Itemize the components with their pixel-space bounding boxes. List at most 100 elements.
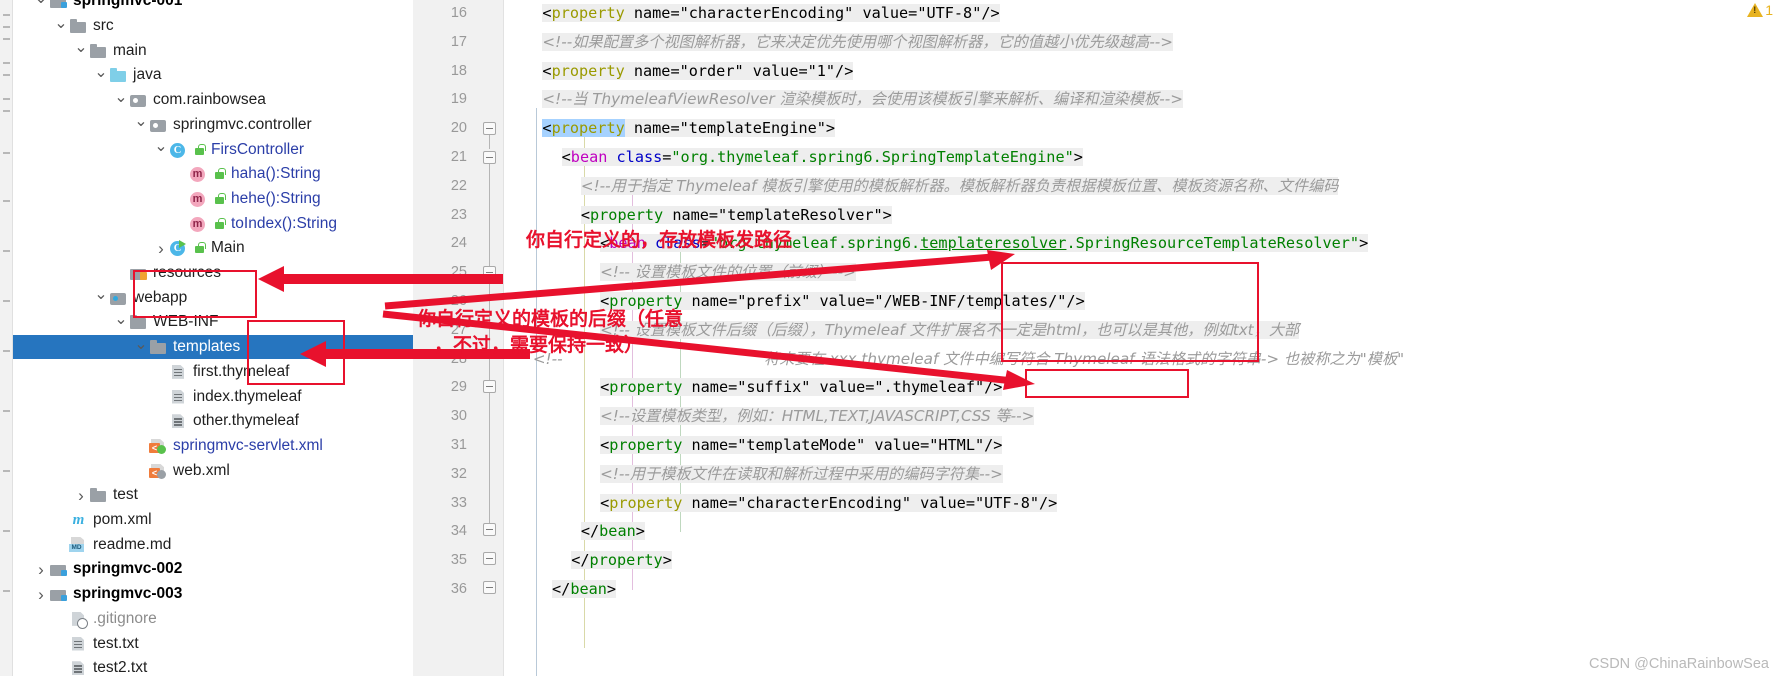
code-line[interactable]: <!-- 设置模板文件后缀（后缀），Thymeleaf 文件扩展名不一定是htm… [600, 316, 1300, 345]
code-line[interactable]: </bean> [580, 517, 645, 546]
code-token: <property [542, 119, 625, 138]
tree-row[interactable]: test2.txt [13, 656, 413, 676]
code-token: < [600, 378, 610, 397]
tree-row[interactable]: first.thymeleaf [13, 360, 413, 385]
tree-row[interactable]: toIndex():String [13, 211, 413, 236]
module-folder-icon [49, 0, 68, 9]
code-token: /> [835, 61, 854, 80]
code-line[interactable]: </bean> [552, 575, 617, 604]
chevron-down-icon[interactable]: ⌄ [33, 0, 49, 7]
code-line[interactable]: <!--当 ThymeleafViewResolver 渲染模板时，会使用该模板… [542, 85, 1183, 114]
code-line[interactable]: <!--用于模板文件在读取和解析过程中采用的编码字符集--> [600, 460, 1003, 489]
chevron-right-icon[interactable]: › [153, 240, 169, 257]
tree-row[interactable]: pom.xml [13, 508, 413, 533]
fold-handle[interactable] [483, 523, 496, 536]
tree-row-label: springmvc-001 [73, 0, 183, 10]
chevron-down-icon[interactable]: ⌄ [53, 15, 69, 32]
fold-handle[interactable] [483, 266, 496, 279]
chevron-down-icon[interactable]: ⌄ [93, 287, 109, 303]
code-line[interactable]: <!--设置模板类型，例如：HTML,TEXT,JAVASCRIPT,CSS 等… [600, 402, 1035, 431]
code-line[interactable]: <bean class="org.thymeleaf.spring6.Sprin… [561, 143, 1083, 172]
package-icon [129, 92, 148, 108]
chevron-down-icon[interactable]: ⌄ [153, 139, 169, 155]
chevron-down-icon[interactable]: ⌄ [113, 89, 129, 106]
tree-row[interactable]: ⌄ FirsController [13, 137, 413, 162]
fold-handle[interactable] [483, 552, 496, 565]
tree-row[interactable]: ⌄ WEB-INF [13, 310, 413, 335]
tree-row[interactable]: .gitignore [13, 607, 413, 632]
chevron-right-icon[interactable]: › [73, 487, 89, 504]
code-line[interactable]: <property name="templateResolver"> [580, 201, 892, 230]
line-number: 35 [450, 552, 467, 569]
code-token: <property name="characterEncoding" value… [542, 4, 1000, 22]
chevron-down-icon[interactable]: ⌄ [93, 64, 109, 81]
tree-row[interactable]: ⌄ springmvc.controller [13, 113, 413, 138]
fold-handle[interactable] [483, 581, 496, 594]
code-line[interactable]: </property> [571, 546, 672, 575]
tree-row[interactable]: › springmvc-002 [13, 557, 413, 582]
tree-row[interactable]: springmvc-servlet.xml [13, 434, 413, 459]
tree-row[interactable]: ⌄ com.rainbowsea [13, 88, 413, 113]
chevron-down-icon[interactable]: ⌄ [113, 311, 129, 328]
tree-row-label: springmvc.controller [173, 115, 312, 133]
tree-row[interactable]: › springmvc-003 [13, 582, 413, 607]
line-number: 19 [450, 91, 467, 108]
chevron-right-icon[interactable]: › [33, 586, 49, 603]
tree-row[interactable]: test.txt [13, 631, 413, 656]
tree-row[interactable]: ⌄ webapp [13, 285, 413, 310]
fold-handle[interactable] [483, 151, 496, 164]
tree-row[interactable]: web.xml [13, 458, 413, 483]
tree-row[interactable]: other.thymeleaf [13, 409, 413, 434]
fold-handle[interactable] [483, 380, 496, 393]
code-line[interactable]: <property name="suffix" value=".thymelea… [600, 373, 1003, 402]
tree-row[interactable]: ⌄ templates [13, 334, 413, 360]
code-line[interactable]: <!--用于指定 Thymeleaf 模板引擎使用的模板解析器。模板解析器负责根… [580, 172, 1339, 201]
tree-row[interactable]: › Main [13, 236, 413, 261]
tree-row[interactable]: haha():String [13, 162, 413, 187]
code-line[interactable]: <property name="templateMode" value="HTM… [600, 431, 1003, 460]
tool-window-strip[interactable] [0, 0, 13, 676]
code-token: < [600, 436, 610, 454]
tree-row[interactable]: resources [13, 261, 413, 286]
code-token: </property> [571, 551, 672, 570]
chevron-down-icon[interactable]: ⌄ [133, 336, 149, 353]
editor-vertical-scrollbar[interactable] [1767, 0, 1779, 676]
code-comment-continuation: 将来要在 xxx.thymeleaf 文件中编写符合 Thymeleaf 语法格… [764, 345, 1404, 374]
code-token: "org.thymeleaf.spring6.templateresolver.… [709, 234, 1360, 253]
tree-row[interactable]: ⌄ main [13, 38, 413, 63]
code-line[interactable]: <property name="templateEngine"> [542, 114, 836, 143]
tree-row[interactable]: ⌄ java [13, 63, 413, 88]
chevron-down-icon[interactable]: ⌄ [73, 40, 89, 56]
code-line[interactable]: <!-- 设置模板文件的位置（前缀）--> [600, 258, 856, 287]
code-token: /> [984, 378, 1003, 397]
tree-row[interactable]: ⌄ src [13, 14, 413, 39]
fold-handle[interactable] [483, 122, 496, 135]
ide-window: ⌄ springmvc-001 ⌄src⌄main⌄java⌄com.rainbow… [0, 0, 1779, 676]
code-line[interactable]: <property name="characterEncoding" value… [600, 489, 1058, 518]
code-line[interactable]: <property name="order" value="1"/> [542, 57, 854, 86]
code-token: > [1359, 234, 1369, 253]
chevron-placeholder [53, 539, 69, 550]
code-token: bean [570, 580, 607, 598]
tree-row[interactable]: index.thymeleaf [13, 384, 413, 409]
chevron-right-icon[interactable]: › [33, 561, 49, 578]
code-line[interactable]: <property name="characterEncoding" value… [542, 0, 1000, 28]
chevron-down-icon[interactable]: ⌄ [133, 114, 149, 130]
tree-row-label: springmvc-servlet.xml [173, 436, 323, 454]
code-content[interactable]: <property name="characterEncoding" value… [504, 0, 1779, 676]
chevron-placeholder [133, 465, 149, 476]
text-file-icon [69, 660, 88, 676]
tree-row-label: test.txt [93, 634, 139, 652]
code-token: <property name="order" value="1"/> [542, 61, 854, 80]
folder-icon [89, 487, 108, 503]
tree-row[interactable]: › test [13, 483, 413, 508]
code-line[interactable]: <!--如果配置多个视图解析器，它来决定优先使用哪个视图解析器，它的值越小优先级… [542, 28, 1174, 57]
code-token: > [825, 119, 836, 138]
tree-row[interactable]: ⌄ springmvc-001 [13, 0, 413, 14]
tree-row[interactable]: hehe():String [13, 187, 413, 212]
inspection-warning-indicator[interactable]: 1 [1747, 2, 1773, 18]
tree-row-label: test [113, 486, 138, 504]
chevron-placeholder [133, 440, 149, 451]
line-number: 29 [450, 379, 467, 396]
tree-row[interactable]: readme.md [13, 532, 413, 557]
